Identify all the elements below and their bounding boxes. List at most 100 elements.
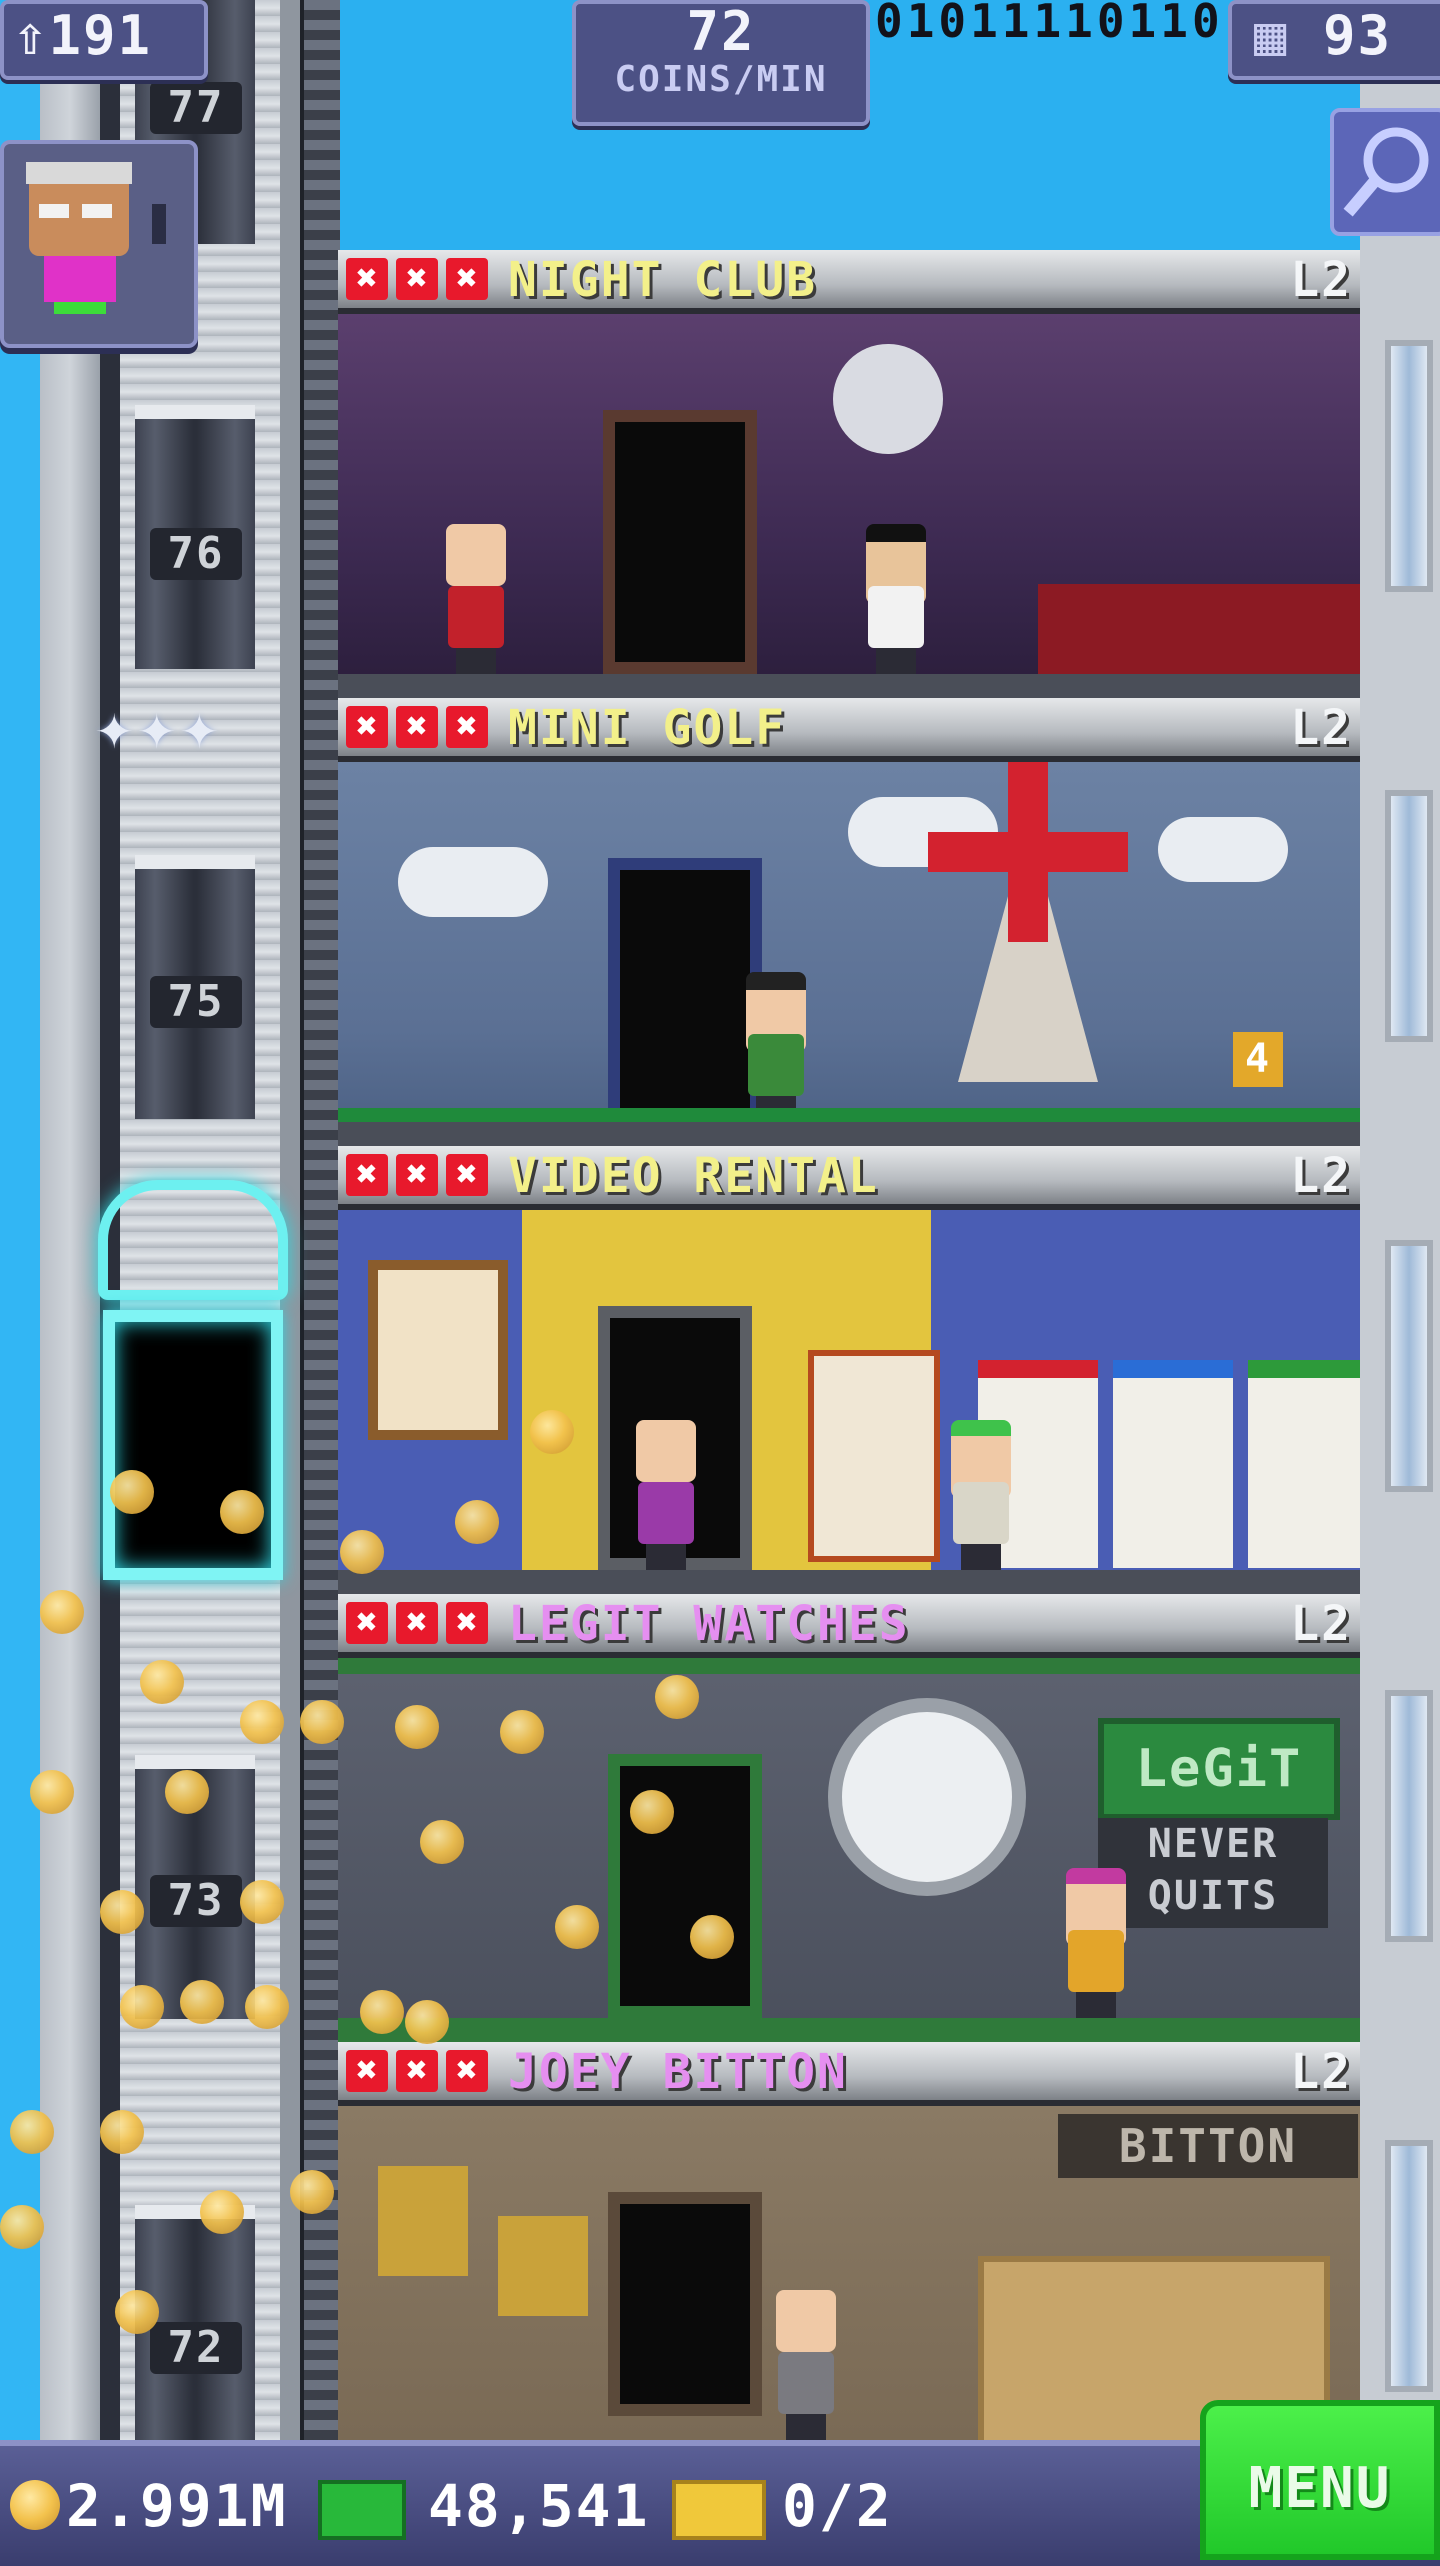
bux-balance: 48,541 xyxy=(428,2472,650,2540)
floor-name: NIGHT CLUB xyxy=(508,252,817,308)
floor-night-club[interactable]: ✖ ✖ ✖ NIGHT CLUB L2 xyxy=(338,250,1360,698)
floor-header: ✖ ✖ ✖ VIDEO RENTAL L2 xyxy=(338,1146,1360,1210)
floor-header: ✖ ✖ ✖ JOEY BITTON L2 xyxy=(338,2042,1360,2106)
floor-base xyxy=(338,1122,1360,1146)
bitizen[interactable] xyxy=(768,2290,844,2440)
floor-counter[interactable]: ▦ 93 xyxy=(1228,0,1440,80)
floor-door xyxy=(608,1754,762,2018)
tower-window xyxy=(1385,1240,1433,1492)
movie-poster xyxy=(368,1260,508,1440)
coin-rate-value: 72 xyxy=(686,0,756,63)
coin-particle xyxy=(655,1675,699,1719)
windmill-blade xyxy=(1008,762,1048,942)
population-value: 191 xyxy=(48,4,153,67)
coin-particle xyxy=(220,1490,264,1534)
coin-particle xyxy=(100,2110,144,2154)
bitizen[interactable] xyxy=(1058,1868,1134,2018)
bitizen[interactable] xyxy=(628,1420,704,1570)
trim xyxy=(338,1658,1360,1674)
coin-particle xyxy=(500,1710,544,1754)
coin-rate-display[interactable]: 72 COINS/MIN xyxy=(572,0,870,126)
elevator-car[interactable] xyxy=(103,1310,283,1580)
x-mark-icon: ✖ xyxy=(396,258,438,300)
population-counter[interactable]: ⇧191 xyxy=(0,0,208,80)
floor-header: ✖ ✖ ✖ LEGIT WATCHES L2 xyxy=(338,1594,1360,1658)
tower-window xyxy=(1385,2140,1433,2392)
floor-name: LEGIT WATCHES xyxy=(508,1596,910,1652)
tower-window xyxy=(1385,790,1433,1042)
coin-particle xyxy=(240,1700,284,1744)
x-mark-icon: ✖ xyxy=(446,1154,488,1196)
bitizen[interactable] xyxy=(438,524,514,674)
tower-window xyxy=(1385,1690,1433,1942)
coin-particle xyxy=(240,1880,284,1924)
coin-particle xyxy=(630,1790,674,1834)
coin-particle xyxy=(115,2290,159,2334)
menu-button[interactable]: MENU xyxy=(1200,2400,1440,2560)
bitizen-avatar xyxy=(26,162,166,314)
x-mark-icon: ✖ xyxy=(346,1602,388,1644)
floor-mini-golf[interactable]: ✖ ✖ ✖ MINI GOLF L2 4 xyxy=(338,698,1360,1146)
x-mark-icon: ✖ xyxy=(396,1602,438,1644)
tower-window xyxy=(1385,340,1433,592)
coin-particle xyxy=(245,1985,289,2029)
coin-particle xyxy=(180,1980,224,2024)
coin-particle xyxy=(100,1890,144,1934)
search-button[interactable] xyxy=(1330,108,1440,236)
elevator-floor-number: 77 xyxy=(150,82,242,134)
coin-particle xyxy=(10,2110,54,2154)
coin-particle xyxy=(120,1985,164,2029)
coin-particle xyxy=(290,2170,334,2214)
golden-ticket-icon xyxy=(672,2480,766,2540)
sky-background xyxy=(0,0,40,2560)
coin-balance: 2.991M xyxy=(66,2472,288,2540)
floor-door xyxy=(603,410,757,674)
bitizen[interactable] xyxy=(943,1420,1019,1570)
coin-particle xyxy=(300,1700,344,1744)
coin-icon xyxy=(10,2480,60,2530)
x-mark-icon: ✖ xyxy=(396,2050,438,2092)
coin-particle xyxy=(530,1410,574,1454)
floor-base xyxy=(338,2018,1360,2042)
hole-number-sign: 4 xyxy=(1233,1032,1283,1087)
vip-elevator[interactable] xyxy=(98,1180,288,1590)
bitizen[interactable] xyxy=(738,972,814,1122)
magnifier-icon xyxy=(1343,127,1429,217)
wall-frame xyxy=(378,2166,468,2276)
floor-legit-watches[interactable]: ✖ ✖ ✖ LEGIT WATCHES L2 LeGiT NEVER QUITS xyxy=(338,1594,1360,2042)
floor-door xyxy=(608,2192,762,2416)
floor-level: L2 xyxy=(1290,252,1352,308)
x-mark-icon: ✖ xyxy=(396,1154,438,1196)
cloud xyxy=(1158,817,1288,882)
floor-room xyxy=(338,314,1360,698)
coin-particle xyxy=(340,1530,384,1574)
person-up-icon: ⇧ xyxy=(14,4,49,67)
bitton-sign: BITTON xyxy=(1058,2114,1358,2178)
floor-name: MINI GOLF xyxy=(508,700,787,756)
coin-particle xyxy=(200,2190,244,2234)
coin-particle xyxy=(30,1770,74,1814)
cloud xyxy=(398,847,548,917)
coin-rate-unit: COINS/MIN xyxy=(614,59,828,100)
coin-particle xyxy=(420,1820,464,1864)
coin-particle xyxy=(455,1500,499,1544)
bitizen[interactable] xyxy=(858,524,934,674)
coin-particle xyxy=(360,1990,404,2034)
golf-green xyxy=(338,1108,1360,1122)
wall-frame xyxy=(498,2216,588,2316)
coin-particle xyxy=(395,1705,439,1749)
floor-rating-stars: ✦✦✦ xyxy=(95,690,223,764)
floor-level: L2 xyxy=(1290,1596,1352,1652)
slogan-line: NEVER xyxy=(1147,1821,1279,1867)
building-icon: ▦ xyxy=(1254,4,1289,67)
elevator-floor-number: 73 xyxy=(150,1875,242,1927)
vip-bitizen-card[interactable] xyxy=(0,140,198,348)
floor-header: ✖ ✖ ✖ MINI GOLF L2 xyxy=(338,698,1360,762)
coin-particle xyxy=(405,2000,449,2044)
floor-room: 4 xyxy=(338,762,1360,1146)
floor-joey-bitton[interactable]: ✖ ✖ ✖ JOEY BITTON L2 BITTON xyxy=(338,2042,1360,2440)
menu-label: MENU xyxy=(1248,2456,1392,2521)
coin-particle xyxy=(140,1660,184,1704)
tower-bux-icon xyxy=(318,2480,406,2540)
coin-particle xyxy=(165,1770,209,1814)
